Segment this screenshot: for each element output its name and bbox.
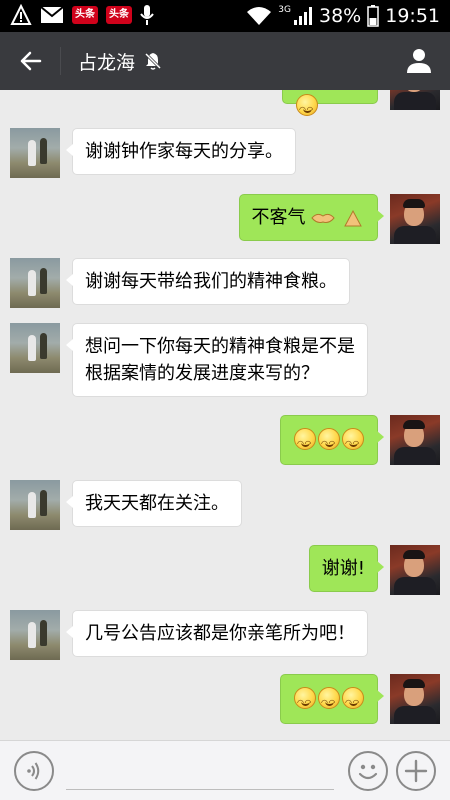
clock: 19:51 bbox=[385, 5, 440, 27]
friend-avatar[interactable] bbox=[10, 323, 60, 373]
smile-emoji-icon bbox=[318, 428, 340, 457]
message-row: 谢谢! bbox=[0, 545, 450, 597]
smile-emoji-icon bbox=[342, 687, 364, 716]
message-bubble[interactable] bbox=[282, 90, 378, 123]
header-divider bbox=[60, 47, 61, 75]
chat-header: 占龙海 bbox=[0, 32, 450, 90]
message-line: 想问一下你每天的精神食粮是不是 bbox=[85, 336, 355, 357]
back-arrow-icon[interactable] bbox=[16, 46, 46, 76]
message-text: 不客气 bbox=[251, 207, 306, 228]
wifi-icon bbox=[247, 7, 272, 25]
message-bubble[interactable]: 谢谢! bbox=[308, 545, 385, 592]
message-input[interactable] bbox=[66, 789, 334, 790]
more-options-button[interactable] bbox=[396, 751, 436, 791]
message-row: 谢谢钟作家每天的分享。 bbox=[0, 128, 450, 180]
message-row: 谢谢每天带给我们的精神食粮。 bbox=[0, 258, 450, 310]
contact-name: 占龙海 bbox=[78, 51, 136, 74]
battery-percent: 38% bbox=[319, 5, 362, 27]
my-avatar[interactable] bbox=[390, 545, 440, 595]
friend-avatar[interactable] bbox=[10, 128, 60, 178]
network-type: 3G bbox=[278, 5, 291, 15]
emoji-button[interactable] bbox=[348, 751, 388, 791]
message-line: 根据案情的发展进度来写的？ bbox=[85, 363, 319, 384]
friend-avatar[interactable] bbox=[10, 610, 60, 660]
message-row bbox=[0, 90, 450, 123]
microphone-icon bbox=[140, 5, 154, 25]
handshake-emoji-icon bbox=[311, 213, 335, 223]
smile-emoji-icon bbox=[296, 94, 318, 123]
battery-icon bbox=[367, 5, 379, 27]
chat-title: 占龙海 bbox=[78, 32, 163, 90]
smile-emoji-icon bbox=[294, 428, 316, 457]
mail-icon bbox=[40, 6, 64, 23]
message-row: 不客气 bbox=[0, 194, 450, 246]
voice-icon bbox=[27, 762, 40, 780]
toutiao-app-icon-2: 头条 bbox=[106, 6, 132, 24]
alert-icon bbox=[10, 4, 32, 25]
message-bubble[interactable]: 我天天都在关注。 bbox=[66, 480, 242, 527]
message-row bbox=[0, 415, 450, 467]
friend-avatar[interactable] bbox=[10, 258, 60, 308]
smile-emoji-icon bbox=[294, 687, 316, 716]
person-icon[interactable] bbox=[404, 46, 434, 76]
toutiao-app-icon: 头条 bbox=[72, 6, 98, 24]
smile-emoji-icon bbox=[342, 428, 364, 457]
plus-icon bbox=[404, 759, 428, 783]
message-bubble[interactable]: 几号公告应该都是你亲笔所为吧！ bbox=[66, 610, 368, 657]
my-avatar[interactable] bbox=[390, 674, 440, 724]
message-row: 想问一下你每天的精神食粮是不是 根据案情的发展进度来写的？ bbox=[0, 323, 450, 403]
input-bar bbox=[0, 740, 450, 800]
message-bubble[interactable]: 谢谢每天带给我们的精神食粮。 bbox=[66, 258, 350, 305]
smile-emoji-icon bbox=[318, 687, 340, 716]
clap-emoji-icon bbox=[344, 209, 362, 227]
voice-input-button[interactable] bbox=[14, 751, 54, 791]
status-bar: 头条 头条 3G 38% 19:51 bbox=[0, 0, 450, 32]
my-avatar[interactable] bbox=[390, 90, 440, 110]
mute-bell-icon bbox=[144, 52, 162, 70]
message-row: 我天天都在关注。 bbox=[0, 480, 450, 532]
chat-messages[interactable]: 谢谢钟作家每天的分享。 不客气 谢谢每天带给我们的精神食粮。 想问一下你每天的精… bbox=[0, 90, 450, 740]
my-avatar[interactable] bbox=[390, 415, 440, 465]
my-avatar[interactable] bbox=[390, 194, 440, 244]
message-row: 几号公告应该都是你亲笔所为吧！ bbox=[0, 610, 450, 662]
message-bubble[interactable]: 想问一下你每天的精神食粮是不是 根据案情的发展进度来写的？ bbox=[66, 323, 368, 397]
signal-icon bbox=[294, 7, 312, 25]
message-bubble[interactable] bbox=[280, 674, 384, 724]
message-bubble[interactable] bbox=[280, 415, 384, 465]
smiley-face-icon bbox=[358, 764, 378, 780]
message-bubble[interactable]: 谢谢钟作家每天的分享。 bbox=[66, 128, 296, 175]
message-row bbox=[0, 674, 450, 726]
friend-avatar[interactable] bbox=[10, 480, 60, 530]
message-bubble[interactable]: 不客气 bbox=[238, 194, 385, 241]
